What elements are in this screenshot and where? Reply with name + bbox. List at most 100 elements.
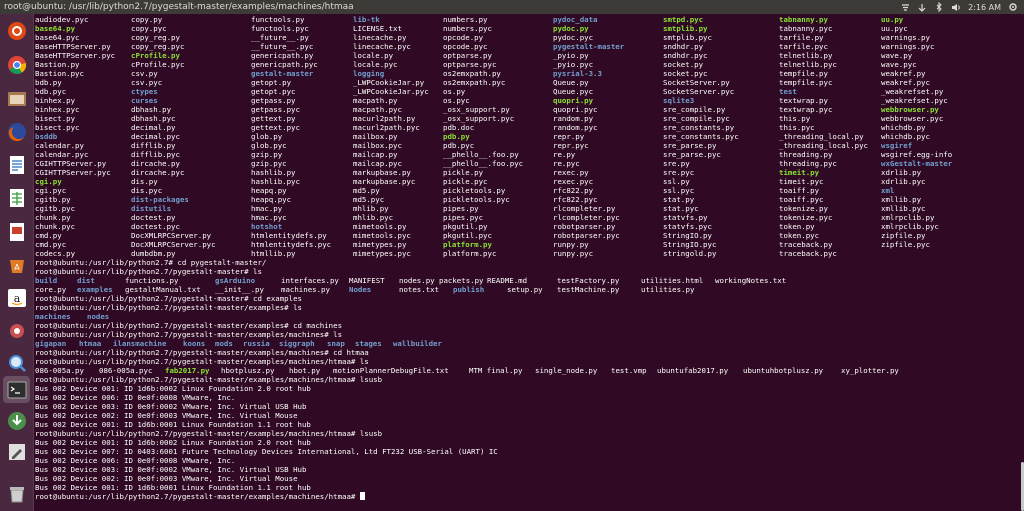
file-entry: macpath.py bbox=[353, 96, 398, 105]
terminal-text: Bus 002 Device 001: ID 1d6b:0002 Linux F… bbox=[35, 384, 311, 393]
sort-icon[interactable] bbox=[900, 2, 910, 12]
file-entry: robotparser.py bbox=[553, 222, 616, 231]
file-entry: genericpath.py bbox=[251, 51, 314, 60]
file-entry: getpass.py bbox=[251, 96, 296, 105]
file-entry: opcode.py bbox=[443, 33, 484, 42]
software-center-launcher-button[interactable]: A bbox=[3, 251, 30, 278]
file-entry: SocketServer.py bbox=[663, 78, 730, 87]
file-entry: locale.py bbox=[353, 51, 394, 60]
file-entry: rfc822.pyc bbox=[553, 195, 598, 204]
file-entry: gestaltManual.txt bbox=[125, 285, 201, 294]
volume-icon[interactable] bbox=[951, 2, 961, 12]
file-entry: mimetools.py bbox=[353, 222, 407, 231]
file-entry: copy.py bbox=[131, 15, 163, 24]
ubuntu-dash-launcher-button[interactable] bbox=[3, 17, 30, 44]
window-title: root@ubuntu: /usr/lib/python2.7/pygestal… bbox=[4, 2, 354, 12]
directory-entry: xml bbox=[881, 186, 895, 195]
file-entry: MANIFEST bbox=[349, 276, 385, 285]
power-gear-icon[interactable] bbox=[1008, 2, 1018, 12]
directory-entry: gsArduino bbox=[215, 276, 256, 285]
file-entry: ubuntufab2017.py bbox=[657, 366, 729, 375]
writer-icon bbox=[9, 155, 24, 174]
file-entry: pkgutil.py bbox=[443, 222, 488, 231]
terminal-launcher-button[interactable] bbox=[3, 376, 30, 403]
file-entry: hmac.py bbox=[251, 204, 283, 213]
file-entry: mailcap.py bbox=[353, 150, 398, 159]
file-entry: sndhdr.py bbox=[663, 42, 704, 51]
file-entry: pickle.pyc bbox=[443, 177, 488, 186]
svg-text:a: a bbox=[13, 292, 20, 305]
file-entry: linecache.pyc bbox=[353, 42, 411, 51]
file-entry: cgi.py bbox=[35, 177, 62, 186]
chrome-launcher-button[interactable] bbox=[3, 51, 30, 78]
file-entry: machines.py bbox=[281, 285, 330, 294]
file-entry: this.pyc bbox=[779, 123, 815, 132]
file-entry: pickletools.py bbox=[443, 186, 506, 195]
file-entry: threading.pyc bbox=[779, 159, 837, 168]
file-entry: whichdb.pyc bbox=[881, 132, 930, 141]
firefox-launcher-button[interactable] bbox=[3, 118, 30, 145]
file-entry: _LWPCookieJar.py bbox=[353, 78, 425, 87]
file-entry: repr.pyc bbox=[553, 141, 589, 150]
file-entry: opcode.pyc bbox=[443, 42, 488, 51]
file-entry: pickletools.pyc bbox=[443, 195, 510, 204]
calc-launcher-button[interactable] bbox=[3, 184, 30, 211]
file-entry: gzip.pyc bbox=[251, 159, 287, 168]
file-entry: token.py bbox=[779, 222, 815, 231]
file-entry: dis.py bbox=[131, 177, 158, 186]
file-entry: audiodev.pyc bbox=[35, 15, 89, 24]
file-entry: CGIHTTPServer.py bbox=[35, 159, 107, 168]
file-entry: dbhash.py bbox=[131, 105, 172, 114]
xdiagnose-icon bbox=[8, 354, 26, 372]
file-entry: hmac.pyc bbox=[251, 213, 287, 222]
network-icon[interactable] bbox=[917, 2, 927, 12]
impress-launcher-button[interactable] bbox=[3, 218, 30, 245]
file-entry: base64.py bbox=[35, 24, 76, 33]
file-entry: stringold.py bbox=[663, 249, 717, 258]
file-entry: pydoc.pyc bbox=[553, 33, 594, 42]
terminal-text: Bus 002 Device 007: ID 0403:6001 Future … bbox=[35, 447, 498, 456]
file-entry: testFactory.py bbox=[557, 276, 620, 285]
file-entry: htmlentitydefs.pyc bbox=[251, 240, 332, 249]
writer-launcher-button[interactable] bbox=[3, 151, 30, 178]
file-entry: timeit.pyc bbox=[779, 177, 824, 186]
directory-entry: dist bbox=[77, 276, 95, 285]
file-entry: bdb.pyc bbox=[35, 87, 67, 96]
terminal-text: Bus 002 Device 003: ID 0e0f:0002 VMware,… bbox=[35, 402, 307, 411]
text-editor-launcher-button[interactable] bbox=[3, 438, 30, 465]
terminal-text: root@ubuntu:/usr/lib/python2.7/pygestalt… bbox=[35, 321, 343, 330]
file-entry: os2emxpath.pyc bbox=[443, 78, 506, 87]
file-entry: optparse.pyc bbox=[443, 60, 497, 69]
file-entry: doctest.py bbox=[131, 213, 176, 222]
file-entry: sre_constants.pyc bbox=[663, 132, 739, 141]
amazon-icon: a bbox=[7, 288, 26, 307]
file-entry: dis.pyc bbox=[131, 186, 163, 195]
file-entry: smtplib.pyc bbox=[663, 33, 712, 42]
system-settings-launcher-button[interactable] bbox=[3, 317, 30, 344]
file-entry: binhex.py bbox=[35, 96, 76, 105]
file-entry: tabnanny.pyc bbox=[779, 24, 833, 33]
file-entry: _threading_local.py bbox=[779, 132, 864, 141]
chrome-icon bbox=[7, 55, 26, 74]
clock[interactable]: 2:16 AM bbox=[968, 3, 1001, 12]
updater-launcher-button[interactable] bbox=[3, 407, 30, 434]
terminal-output[interactable]: audiodev.pyc copy.py functools.py lib-tk num… bbox=[35, 15, 1024, 511]
file-entry: rexec.py bbox=[553, 168, 589, 177]
file-entry: os.pyc bbox=[443, 96, 470, 105]
trash-launcher-button[interactable] bbox=[3, 480, 30, 507]
file-entry: stat.pyc bbox=[663, 204, 699, 213]
file-entry: cmd.pyc bbox=[35, 240, 67, 249]
files-launcher-button[interactable] bbox=[3, 85, 30, 112]
file-entry: workingNotes.txt bbox=[715, 276, 787, 285]
file-entry: numbers.py bbox=[443, 15, 488, 24]
updater-icon bbox=[7, 411, 26, 430]
file-entry: StringIO.pyc bbox=[663, 240, 717, 249]
file-entry: warnings.py bbox=[881, 33, 930, 42]
amazon-launcher-button[interactable]: a bbox=[3, 284, 30, 311]
file-entry: ssl.py bbox=[663, 177, 690, 186]
xdiagnose-launcher-button[interactable] bbox=[3, 349, 30, 376]
bluetooth-icon[interactable] bbox=[934, 2, 944, 12]
file-entry: pydoc.py bbox=[553, 24, 589, 33]
file-entry: hashlib.py bbox=[251, 168, 296, 177]
file-entry: interfaces.py bbox=[281, 276, 339, 285]
